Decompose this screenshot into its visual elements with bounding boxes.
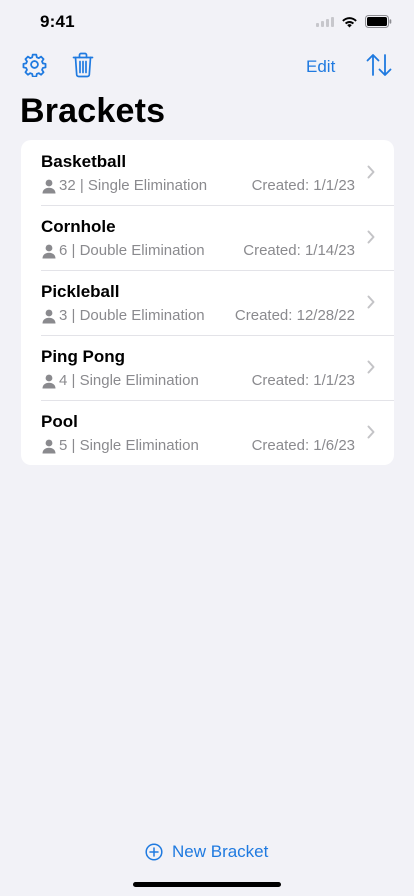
bracket-details: 6 | Double Elimination — [41, 242, 205, 259]
status-bar: 9:41 — [0, 0, 414, 44]
cellular-signal-icon — [316, 16, 334, 27]
bracket-created-date: Created: 12/28/22 — [234, 307, 355, 324]
bracket-name: Ping Pong — [41, 347, 126, 366]
list-item[interactable]: Pool 5 | Single Elimination Created: 1/6… — [21, 400, 394, 465]
bracket-details: 4 | Single Elimination — [41, 372, 199, 389]
bracket-name: Cornhole — [41, 217, 116, 236]
sort-button[interactable] — [364, 52, 394, 82]
bracket-created-date: Created: 1/1/23 — [251, 372, 355, 389]
chevron-right-icon — [367, 165, 375, 184]
list-item[interactable]: Pickleball 3 | Double Elimination Create… — [21, 270, 394, 335]
person-icon — [41, 308, 57, 324]
bracket-details-text: 6 | Double Elimination — [59, 242, 205, 259]
bracket-name: Pool — [41, 412, 78, 431]
battery-icon — [365, 15, 392, 28]
bracket-name: Basketball — [41, 152, 127, 171]
toolbar: Edit — [0, 52, 414, 82]
edit-button[interactable]: Edit — [306, 52, 335, 82]
new-bracket-label: New Bracket — [172, 842, 269, 861]
person-icon — [41, 243, 57, 259]
bracket-details-text: 3 | Double Elimination — [59, 307, 205, 324]
sort-arrows-icon — [365, 53, 393, 82]
bracket-details: 5 | Single Elimination — [41, 437, 199, 454]
new-bracket-button[interactable]: New Bracket — [145, 840, 268, 864]
home-indicator — [133, 882, 281, 887]
gear-icon — [22, 52, 47, 82]
person-icon — [41, 438, 57, 454]
list-item[interactable]: Cornhole 6 | Double Elimination Created:… — [21, 205, 394, 270]
settings-button[interactable] — [20, 52, 48, 82]
status-time: 9:41 — [40, 12, 75, 31]
bracket-name: Pickleball — [41, 282, 120, 301]
bracket-created-date: Created: 1/14/23 — [243, 242, 355, 259]
person-icon — [41, 373, 57, 389]
chevron-right-icon — [367, 295, 375, 314]
bracket-details-text: 4 | Single Elimination — [59, 372, 199, 389]
brackets-list: Basketball 32 | Single Elimination Creat… — [21, 140, 394, 465]
delete-button[interactable] — [70, 52, 96, 82]
wifi-icon — [341, 16, 358, 28]
bracket-details: 3 | Double Elimination — [41, 307, 205, 324]
list-item[interactable]: Basketball 32 | Single Elimination Creat… — [21, 140, 394, 205]
chevron-right-icon — [367, 425, 375, 444]
trash-icon — [72, 52, 94, 83]
list-item[interactable]: Ping Pong 4 | Single Elimination Created… — [21, 335, 394, 400]
bracket-details-text: 32 | Single Elimination — [59, 177, 208, 194]
bracket-details: 32 | Single Elimination — [41, 177, 207, 194]
plus-circle-icon — [145, 843, 163, 861]
page-title: Brackets — [20, 92, 166, 130]
chevron-right-icon — [367, 230, 375, 249]
bracket-created-date: Created: 1/1/23 — [251, 177, 355, 194]
person-icon — [41, 178, 57, 194]
status-icons — [316, 15, 392, 28]
bracket-created-date: Created: 1/6/23 — [251, 437, 355, 454]
bracket-details-text: 5 | Single Elimination — [59, 437, 199, 454]
chevron-right-icon — [367, 360, 375, 379]
